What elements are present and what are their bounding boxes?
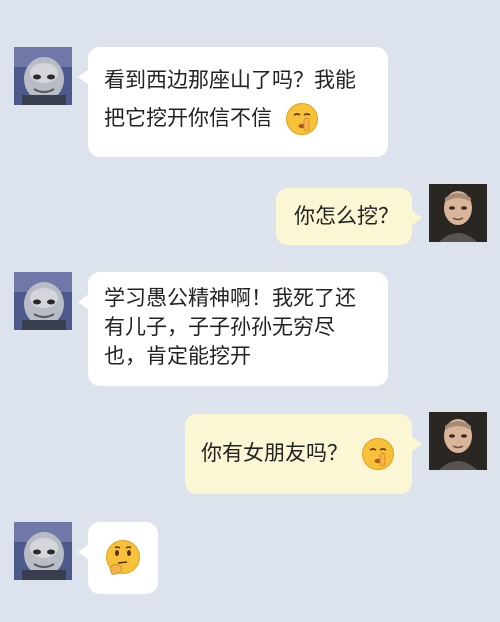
message-bubble-3[interactable]: 学习愚公精神啊！我死了还 有儿子，子子孙孙无穷尽 也，肯定能挖开 (78, 272, 388, 386)
shush-face-emoji-icon (361, 437, 395, 471)
thinking-face-emoji-icon (104, 539, 142, 577)
shush-face-emoji-icon (285, 102, 319, 136)
avatar-old-man[interactable] (429, 412, 487, 470)
message-bubble-2[interactable]: 你怎么挖？ (276, 188, 422, 245)
avatar-stone-creature[interactable] (14, 272, 72, 330)
avatar-stone-creature[interactable] (14, 522, 72, 580)
avatar-old-man[interactable] (429, 184, 487, 242)
avatar-stone-creature[interactable] (14, 47, 72, 105)
message-2-line-1: 你怎么挖？ (294, 204, 399, 228)
message-1-line-2: 把它挖开你信不信 (104, 106, 272, 130)
message-bubble-1[interactable]: 看到西边那座山了吗？我能 把它挖开你信不信 (78, 47, 388, 157)
message-1-line-1: 看到西边那座山了吗？我能 (104, 68, 356, 92)
message-bubble-4[interactable]: 你有女朋友吗？ (185, 414, 422, 494)
message-3-line-1: 学习愚公精神啊！我死了还 (104, 286, 356, 310)
message-bubble-5[interactable] (78, 522, 158, 594)
message-4-line-1: 你有女朋友吗？ (201, 441, 348, 465)
message-3-line-2: 有儿子，子子孙孙无穷尽 (104, 315, 335, 339)
message-3-line-3: 也，肯定能挖开 (104, 344, 251, 368)
